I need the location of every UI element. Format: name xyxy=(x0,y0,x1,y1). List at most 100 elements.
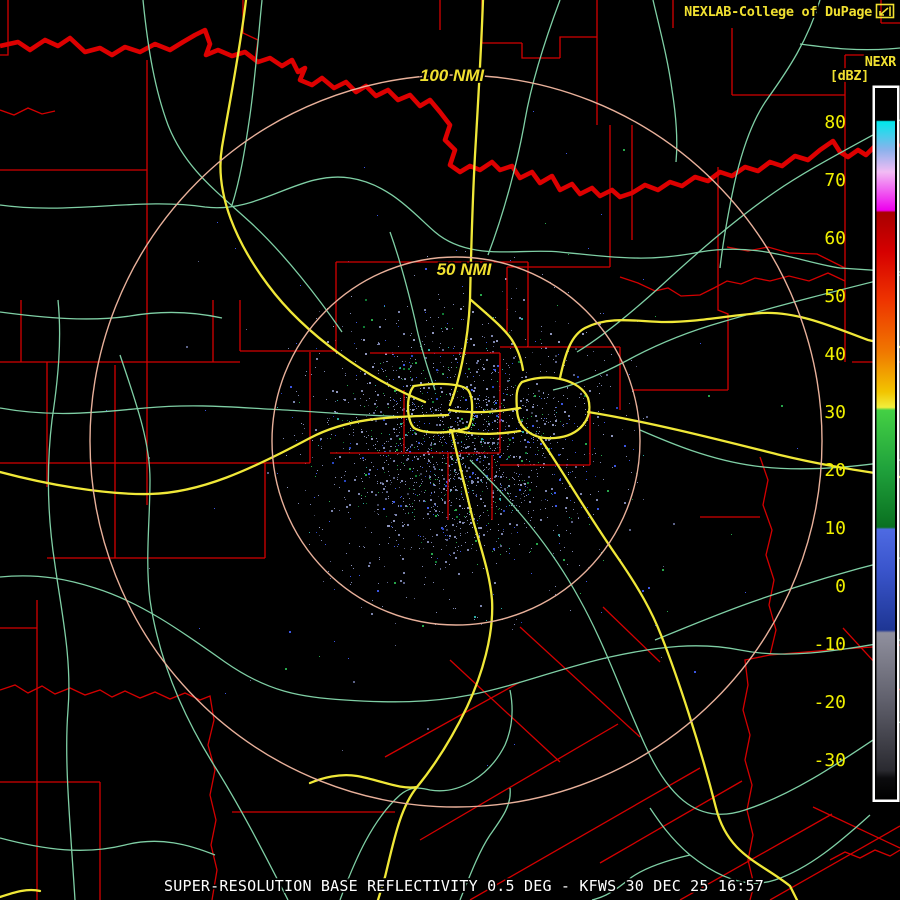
radar-echoes-part xyxy=(397,356,398,357)
radar-echoes-part xyxy=(435,510,437,512)
radar-echoes-part xyxy=(451,446,452,447)
radar-echoes-part xyxy=(505,490,506,491)
radar-echoes-part xyxy=(402,438,403,439)
radar-echoes-part xyxy=(440,437,441,438)
radar-echoes-part xyxy=(337,400,338,401)
radar-echoes-part xyxy=(494,420,496,422)
radar-echoes-part xyxy=(419,443,420,444)
radar-echoes-part xyxy=(521,419,523,421)
radar-echoes-part xyxy=(449,370,450,371)
radar-echoes-part xyxy=(451,362,452,363)
radar-echoes-part xyxy=(345,375,346,376)
radar-echoes-part xyxy=(382,606,383,607)
radar-echoes-part xyxy=(378,509,379,510)
radar-echoes-part xyxy=(460,528,461,529)
radar-echoes-part xyxy=(506,394,507,395)
radar-echoes-part xyxy=(459,455,461,457)
radar-echoes-part xyxy=(431,442,432,443)
radar-echoes-part xyxy=(319,527,320,528)
radar-echoes-part xyxy=(442,528,444,530)
radar-echoes-part xyxy=(299,402,300,403)
radar-echoes-part xyxy=(589,390,591,392)
radar-echoes-part xyxy=(496,471,497,472)
radar-echoes-part xyxy=(452,455,453,456)
radar-echoes-part xyxy=(457,362,458,363)
radar-echoes-part xyxy=(487,531,488,532)
radar-echoes-part xyxy=(477,523,478,524)
radar-echoes-part xyxy=(400,580,402,582)
radar-echoes-part xyxy=(394,356,395,357)
radar-echoes-part xyxy=(531,470,532,471)
radar-echoes-part xyxy=(459,519,460,520)
radar-echoes-part xyxy=(510,499,511,500)
radar-echoes-part xyxy=(377,469,378,470)
radar-echoes-part xyxy=(316,318,317,319)
radar-echoes-part xyxy=(503,531,504,532)
radar-echoes-part xyxy=(500,483,501,484)
radar-echoes-part xyxy=(555,321,556,322)
radar-echoes-part xyxy=(424,309,426,311)
radar-echoes-part xyxy=(510,455,511,456)
radar-echoes-part xyxy=(431,507,432,508)
radar-echoes-part xyxy=(400,407,401,408)
radar-echoes-part xyxy=(440,356,441,357)
radar-echoes-part xyxy=(632,499,633,500)
radar-echoes-part xyxy=(412,460,413,461)
radar-echoes-part xyxy=(465,251,466,252)
radar-echoes-part xyxy=(420,473,422,475)
radar-echoes-part xyxy=(506,459,507,460)
radar-echoes-part xyxy=(381,433,382,434)
radar-echoes-part xyxy=(583,398,584,399)
radar-echoes-part xyxy=(453,460,454,461)
radar-echoes-part xyxy=(467,376,468,377)
radar-echoes-part xyxy=(553,398,554,399)
radar-echoes-part xyxy=(353,568,354,569)
radar-echoes-part xyxy=(465,542,466,543)
radar-echoes-part xyxy=(356,476,357,477)
radar-echoes-part xyxy=(477,477,479,479)
radar-echoes-part xyxy=(447,323,448,324)
radar-echoes-part xyxy=(393,399,394,400)
radar-echoes-part xyxy=(531,482,532,483)
radar-echoes-part xyxy=(505,426,506,427)
radar-echoes-part xyxy=(484,469,485,470)
radar-echoes-part xyxy=(526,372,527,373)
radar-echoes-part xyxy=(486,525,487,526)
radar-echoes-part xyxy=(454,346,455,347)
radar-echoes-part xyxy=(462,457,464,459)
colorbar-tick-label: 60 xyxy=(824,228,846,249)
radar-echoes-part xyxy=(427,513,429,515)
radar-echoes-part xyxy=(521,494,522,495)
radar-echoes-part xyxy=(563,426,564,427)
radar-echoes-part xyxy=(584,403,585,404)
radar-echoes-part xyxy=(397,424,398,425)
radar-echoes-part xyxy=(601,376,602,377)
radar-echoes-part xyxy=(526,399,528,401)
radar-echoes-part xyxy=(408,432,409,433)
radar-echoes-part xyxy=(419,427,420,428)
radar-echoes-part xyxy=(610,386,611,387)
radar-echoes-part xyxy=(472,460,473,461)
radar-echoes-part xyxy=(423,539,424,540)
radar-echoes-part xyxy=(483,364,484,365)
radar-echoes-part xyxy=(406,385,408,387)
radar-echoes-part xyxy=(506,422,507,423)
radar-echoes-part xyxy=(290,386,292,388)
radar-echoes-part xyxy=(527,441,529,443)
radar-echoes-part xyxy=(483,424,484,425)
radar-echoes-part xyxy=(388,455,389,456)
radar-echoes-part xyxy=(450,474,451,475)
radar-echoes-part xyxy=(385,370,386,371)
radar-echoes-part xyxy=(461,450,462,451)
radar-echoes-part xyxy=(416,441,417,442)
radar-echoes-part xyxy=(400,398,401,399)
radar-echoes-part xyxy=(401,445,402,446)
radar-echoes-part xyxy=(415,475,417,477)
radar-echoes-part xyxy=(495,402,497,404)
radar-echoes-part xyxy=(444,439,445,440)
radar-echoes-part xyxy=(534,395,536,397)
radar-echoes-part xyxy=(375,391,376,392)
radar-echoes-part xyxy=(433,514,434,515)
radar-echoes-part xyxy=(451,367,452,368)
radar-echoes-part xyxy=(408,512,409,513)
